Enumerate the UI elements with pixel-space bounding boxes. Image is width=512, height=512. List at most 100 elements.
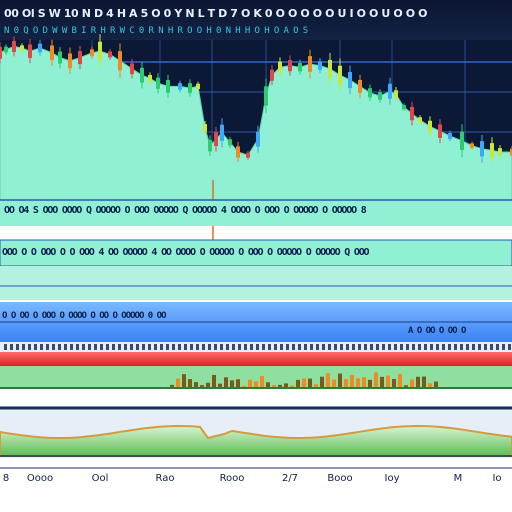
tick-mark <box>430 344 433 350</box>
candle-body <box>12 40 16 52</box>
tick-mark <box>160 344 163 350</box>
candle-body <box>140 67 144 83</box>
data-row-2[interactable]: OOO O O OOO O O OOO 4 OO OOOOO 4 OO OOOO… <box>0 247 512 263</box>
volume-bar <box>392 378 396 388</box>
volume-bar <box>350 374 354 388</box>
candle-body <box>196 83 200 90</box>
candle-body <box>28 44 32 58</box>
tick-mark <box>382 344 385 350</box>
volume-bar <box>308 378 312 388</box>
volume-bar <box>188 379 192 388</box>
tick-mark <box>52 344 55 350</box>
spacer-band <box>0 390 512 406</box>
data-row-1-text: OO O4 S OOO OOOO Q OOOOO O OOO OOOOO Q O… <box>4 205 367 216</box>
candle-body <box>90 49 94 57</box>
tick-mark <box>232 344 235 350</box>
tick-mark <box>466 344 469 350</box>
candle-body <box>98 41 102 61</box>
candle-body <box>368 88 372 98</box>
tick-mark <box>70 344 73 350</box>
tick-mark <box>238 344 241 350</box>
candle-body <box>108 51 112 58</box>
tick-mark <box>478 344 481 350</box>
tick-mark <box>196 344 199 350</box>
tick-mark <box>274 344 277 350</box>
candle-body <box>348 72 352 88</box>
tick-mark <box>442 344 445 350</box>
blue-band-row[interactable]: O O OO O OOO O OOOO O OO O OOOOO 0 OO <box>0 311 512 325</box>
app-window: 00 Ol S W 10 N D 4 H A 5 O 0 Y N L T D 7… <box>0 0 512 512</box>
volume-bar <box>254 381 258 388</box>
candle-body <box>220 124 224 141</box>
candle-body <box>38 43 42 53</box>
tick-mark <box>166 344 169 350</box>
candle-body <box>270 69 274 81</box>
tick-mark <box>484 344 487 350</box>
candle-body <box>438 124 442 138</box>
tick-mark <box>16 344 19 350</box>
volume-bar <box>332 379 336 388</box>
candle-body <box>388 83 392 99</box>
candle-body <box>264 86 268 106</box>
tick-mark <box>358 344 361 350</box>
tick-mark <box>184 344 187 350</box>
tick-mark <box>346 344 349 350</box>
tick-mark <box>94 344 97 350</box>
tick-mark <box>136 344 139 350</box>
tick-mark <box>322 344 325 350</box>
tick-mark <box>46 344 49 350</box>
candle-body <box>0 46 2 59</box>
tick-mark <box>328 344 331 350</box>
data-row-1[interactable]: OO O4 S OOO OOOO Q OOOOO O OOO OOOOO Q O… <box>0 205 512 221</box>
candle-body <box>20 45 24 51</box>
candle-body <box>428 120 432 133</box>
tick-mark <box>112 344 115 350</box>
volume-bar <box>236 379 240 388</box>
tick-mark <box>40 344 43 350</box>
tick-mark <box>124 344 127 350</box>
volume-bar <box>248 379 252 388</box>
tick-mark <box>76 344 79 350</box>
candle-body <box>68 53 72 69</box>
tick-mark <box>202 344 205 350</box>
tick-mark <box>118 344 121 350</box>
volume-bar <box>386 375 390 388</box>
tick-mark <box>310 344 313 350</box>
candle-body <box>460 131 464 150</box>
tick-mark <box>172 344 175 350</box>
candle-body <box>148 75 152 82</box>
tick-mark <box>10 344 13 350</box>
x-axis-label: Io <box>492 473 501 484</box>
volume-bar <box>368 379 372 388</box>
blue-band-text: O O OO O OOO O OOOO O OO O OOOOO 0 OO <box>2 311 166 321</box>
volume-bar <box>362 377 366 388</box>
blue-band-right-text: A O OO O OO O <box>408 326 466 336</box>
volume-bar <box>320 376 324 388</box>
candle-body <box>278 61 282 73</box>
tick-mark <box>208 344 211 350</box>
blue-band-row-right[interactable]: A O OO O OO O <box>408 326 512 338</box>
candle-body <box>78 51 82 65</box>
tick-mark <box>190 344 193 350</box>
volume-bar <box>176 378 180 388</box>
tick-mark <box>448 344 451 350</box>
candle-body <box>4 46 8 53</box>
data-row-2-text: OOO O O OOO O O OOO 4 OO OOOOO 4 OO OOOO… <box>2 247 370 258</box>
candle-body <box>256 131 260 147</box>
tick-mark <box>508 344 511 350</box>
tick-mark <box>58 344 61 350</box>
tick-mark <box>250 344 253 350</box>
volume-bar <box>380 376 384 388</box>
tick-mark <box>142 344 145 350</box>
tick-mark <box>226 344 229 350</box>
tick-mark <box>82 344 85 350</box>
candle-body <box>480 141 484 157</box>
tick-mark <box>364 344 367 350</box>
x-axis-labels: 8 Oooo Ool Rao Rooo 2/7 Booo Ioy M Io <box>3 473 502 484</box>
volume-bar <box>338 373 342 388</box>
tick-mark <box>334 344 337 350</box>
candle-body <box>470 143 474 148</box>
candle-body <box>358 79 362 93</box>
candle-body <box>298 63 302 72</box>
candle-body <box>130 63 134 75</box>
